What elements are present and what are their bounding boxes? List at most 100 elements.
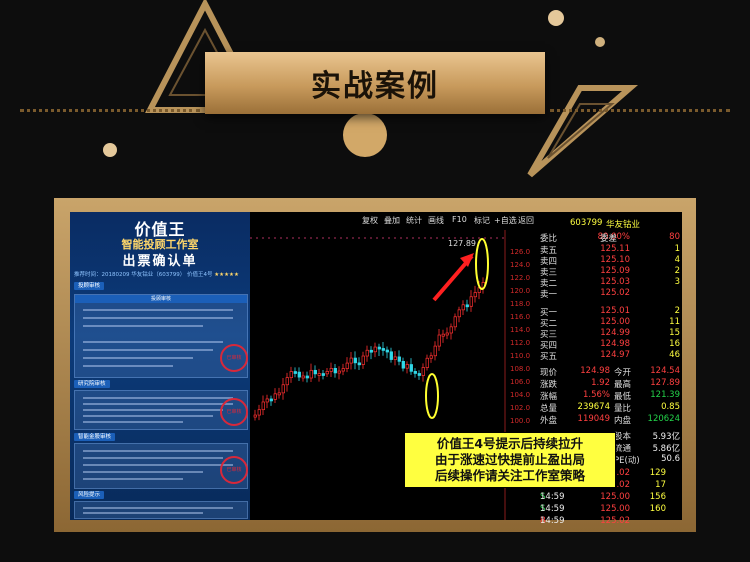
candle-body [445, 332, 449, 336]
candle-body [469, 296, 473, 307]
ask-row: 卖三 125.09 2 [540, 266, 680, 278]
candle-body [437, 334, 441, 347]
stat-row: 现价 124.98 今开 124.54 [540, 366, 680, 378]
stat-value-2: 127.89 [650, 378, 680, 388]
tick-volume: 17 [655, 480, 666, 490]
ask-volume: 3 [674, 277, 680, 287]
stat-row: 外盘 119049 内盘 120624 [540, 414, 680, 426]
tick-price: 125.02 [600, 516, 630, 526]
ask-price: 125.10 [600, 255, 630, 265]
candle-body [393, 356, 397, 360]
candle-body [301, 375, 305, 379]
tick-row: 14:59 125.02 B [540, 516, 680, 527]
ask-price: 125.02 [600, 288, 630, 298]
stat-label-2: 内盘 [614, 416, 632, 426]
bid-price: 124.98 [600, 339, 630, 349]
candle-body [369, 349, 373, 353]
candle-body [257, 409, 261, 416]
price-axis-label: 100.0 [510, 417, 530, 425]
ask-price: 125.11 [600, 244, 630, 254]
price-axis-label: 126.0 [510, 248, 530, 256]
bid-price: 125.00 [600, 317, 630, 327]
extra-value: 5.93亿 [652, 432, 680, 442]
stat-value-2: 124.54 [650, 366, 680, 376]
candle-body [377, 346, 381, 350]
candle-body [453, 316, 457, 328]
stat-label: 涨幅 [540, 392, 558, 402]
candle-body [337, 370, 341, 374]
tick-time: 14:59 [540, 504, 565, 514]
stat-value: 1.92 [591, 378, 610, 388]
extra-label: 流通 [614, 444, 632, 454]
candle-body [329, 367, 333, 372]
ask-volume: 1 [674, 244, 680, 254]
weicha-value: 80 [669, 232, 680, 242]
price-axis-label: 112.0 [510, 339, 530, 347]
section-banner: 实战案例 [205, 52, 545, 114]
candle-body [341, 368, 345, 372]
candle-body [385, 349, 389, 353]
ask-volume: 2 [674, 266, 680, 276]
weicha-label: 委差 [600, 234, 618, 244]
candle-body [325, 371, 329, 375]
candle-body [421, 367, 425, 376]
candle-body [313, 369, 317, 375]
dotted-rule-right [550, 109, 730, 112]
bid-volume: 46 [669, 350, 680, 360]
tick-volume: 160 [649, 504, 666, 514]
candle-body [309, 369, 313, 379]
callout-line-3: 后续操作请关注工作室策略 [434, 468, 585, 483]
bid-price: 124.99 [600, 328, 630, 338]
extra-label: 股本 [614, 432, 632, 442]
candle-body [261, 401, 265, 411]
card-stars: ★★★★★ [214, 272, 239, 278]
candle-body [317, 373, 321, 376]
candle-body [285, 377, 289, 386]
candle-body [461, 304, 465, 311]
stat-value-2: 0.85 [661, 402, 680, 412]
bid-row: 买四 124.98 16 [540, 339, 680, 351]
candle-body [297, 371, 301, 378]
ask-volume: 4 [674, 255, 680, 265]
candle-body [409, 364, 413, 372]
stat-label: 现价 [540, 368, 558, 378]
candle-body [321, 373, 325, 376]
review-stamp: 已审核 [220, 344, 248, 372]
candle-body [273, 393, 277, 400]
candle-body [441, 333, 445, 337]
stat-value-2: 121.39 [650, 390, 680, 400]
ask-row: 卖五 125.11 1 [540, 244, 680, 256]
tick-time: 14:59 [540, 516, 565, 526]
price-axis-label: 102.0 [510, 404, 530, 412]
price-axis-label: 106.0 [510, 378, 530, 386]
ask-price: 125.03 [600, 277, 630, 287]
bid-volume: 16 [669, 339, 680, 349]
candle-body [333, 367, 337, 374]
candle-body [425, 357, 429, 368]
weibi-row: 委比 80.00% 委差 80 [540, 232, 680, 244]
ask-row: 卖一 125.02 [540, 288, 680, 300]
candle-body [413, 370, 417, 374]
candle-body [289, 371, 293, 379]
review-table-header: 投顾审核 [75, 295, 247, 303]
candle-body [401, 360, 405, 369]
stat-value: 124.98 [580, 366, 610, 376]
ask-label: 卖一 [540, 290, 558, 300]
stat-value-2: 120624 [647, 414, 680, 424]
candle-body [281, 384, 285, 394]
stat-value: 119049 [577, 414, 610, 424]
highlight-ellipse-signal [425, 373, 439, 419]
tick-volume: 156 [649, 492, 666, 502]
stat-label-2: 最高 [614, 380, 632, 390]
stat-value: 239674 [577, 402, 610, 412]
bid-row: 买一 125.01 2 [540, 306, 680, 318]
candle-body [389, 351, 393, 360]
stat-label: 涨跌 [540, 380, 558, 390]
bid-price: 125.01 [600, 306, 630, 316]
stat-label-2: 今开 [614, 368, 632, 378]
ask-row: 卖四 125.10 4 [540, 255, 680, 267]
bid-price: 124.97 [600, 350, 630, 360]
stock-name: 华友钴业 [606, 220, 641, 230]
candle-body [305, 375, 309, 379]
extra-value: 50.6 [661, 454, 680, 464]
